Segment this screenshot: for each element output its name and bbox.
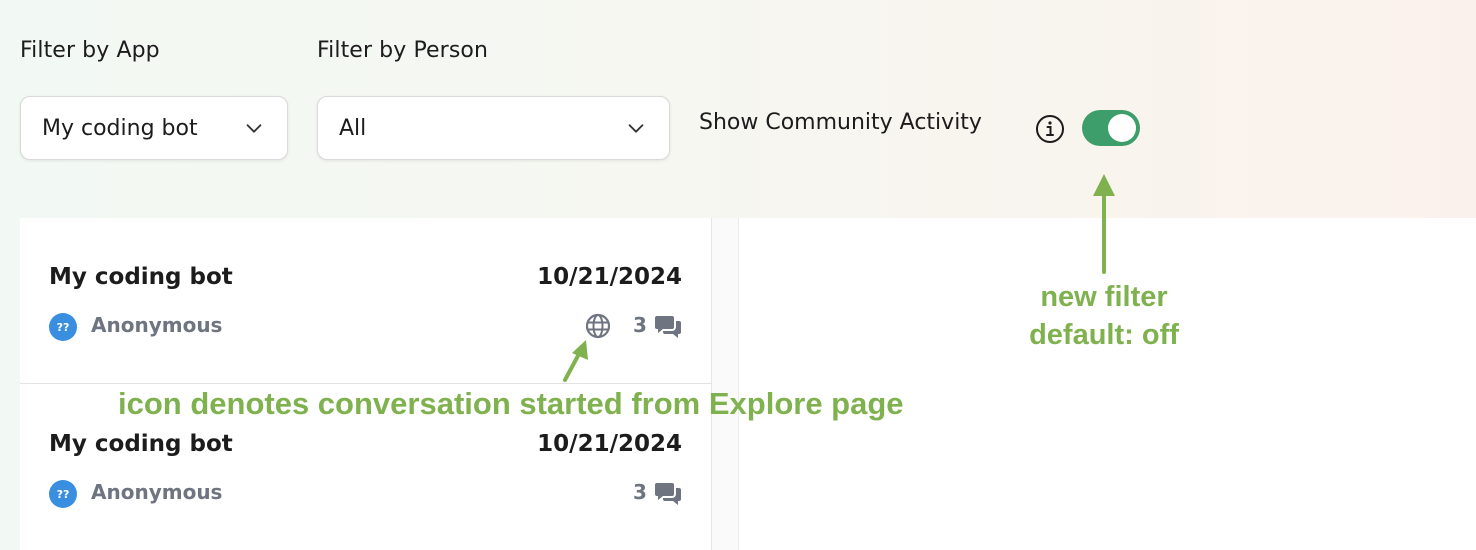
conversation-title: My coding bot — [49, 264, 233, 290]
conversation-date: 10/21/2024 — [537, 264, 682, 290]
conversation-detail-panel — [738, 218, 1476, 550]
annotation-filter-note: new filter default: off — [1018, 278, 1190, 354]
conversation-user: Anonymous — [91, 313, 223, 337]
chat-bubbles-icon — [655, 316, 681, 338]
avatar: ?? — [49, 480, 77, 508]
community-activity-label: Show Community Activity — [699, 110, 982, 135]
info-icon[interactable] — [1035, 114, 1065, 144]
message-count: 3 — [633, 480, 647, 504]
toggle-knob — [1108, 114, 1136, 142]
message-count: 3 — [633, 313, 647, 337]
conversation-list: My coding bot 10/21/2024 ?? Anonymous 3 … — [20, 218, 712, 550]
conversation-list-item[interactable]: My coding bot 10/21/2024 ?? Anonymous 3 — [20, 218, 712, 384]
filter-app-label: Filter by App — [20, 38, 160, 63]
conversation-user: Anonymous — [91, 480, 223, 504]
annotation-filter-line2: default: off — [1029, 319, 1179, 351]
avatar: ?? — [49, 313, 77, 341]
annotation-filter-line1: new filter — [1040, 281, 1168, 313]
filter-person-label: Filter by Person — [317, 38, 488, 63]
community-activity-toggle[interactable] — [1082, 110, 1140, 146]
conversation-title: My coding bot — [49, 431, 233, 457]
chat-bubbles-icon — [655, 483, 681, 505]
globe-icon — [585, 313, 611, 339]
chevron-down-icon — [628, 124, 644, 133]
conversation-date: 10/21/2024 — [537, 431, 682, 457]
app-filter-value: My coding bot — [42, 115, 198, 141]
annotation-icon-note: icon denotes conversation started from E… — [118, 386, 904, 421]
person-filter-select[interactable]: All — [317, 96, 670, 160]
chevron-down-icon — [246, 124, 262, 133]
app-filter-select[interactable]: My coding bot — [20, 96, 288, 160]
panel-divider — [712, 218, 738, 550]
person-filter-value: All — [339, 115, 367, 141]
